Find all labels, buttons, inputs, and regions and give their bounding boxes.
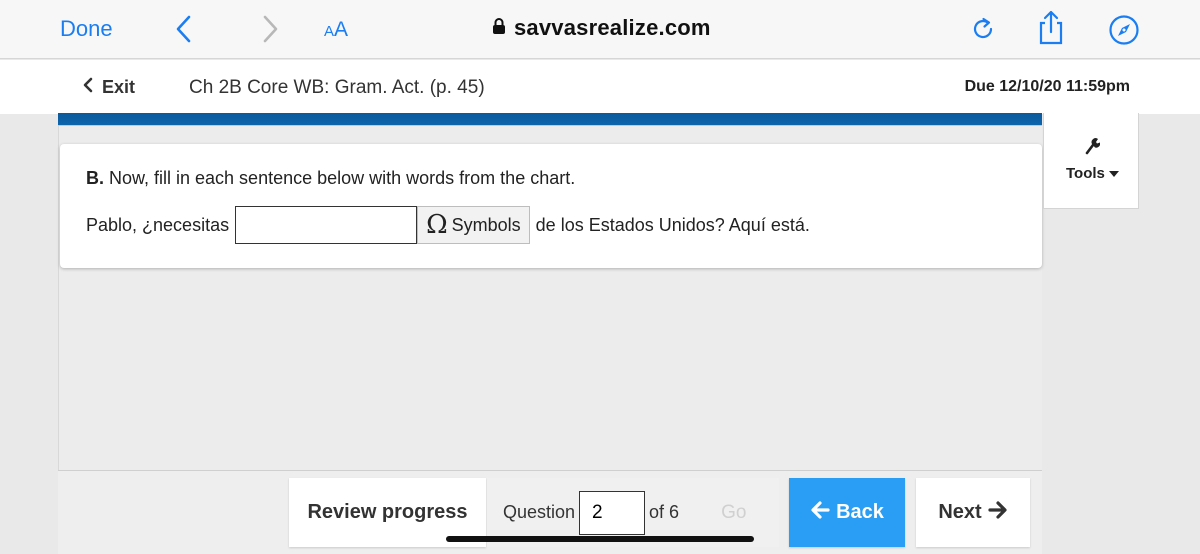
question-card: B. Now, fill in each sentence below with… bbox=[60, 144, 1042, 268]
question-total: of 6 bbox=[649, 502, 680, 522]
instruction-text: B. Now, fill in each sentence below with… bbox=[86, 168, 576, 188]
due-date: Due 12/10/20 11:59pm bbox=[964, 78, 1130, 95]
forward-chevron-icon[interactable] bbox=[258, 14, 282, 49]
arrow-left-icon bbox=[810, 500, 830, 525]
omega-icon: Ω bbox=[426, 210, 448, 240]
home-indicator bbox=[446, 536, 754, 542]
arrow-right-icon bbox=[988, 500, 1008, 525]
tools-menu-button[interactable]: Tools bbox=[1066, 165, 1119, 182]
sentence-after: de los Estados Unidos? Aquí está. bbox=[535, 214, 810, 235]
compass-icon[interactable] bbox=[1108, 14, 1140, 51]
assignment-title: Ch 2B Core WB: Gram. Act. (p. 45) bbox=[189, 77, 485, 98]
exit-label: Exit bbox=[102, 77, 136, 97]
lock-icon bbox=[492, 15, 506, 41]
question-label: Question bbox=[503, 502, 576, 522]
fill-in-sentence: Pablo, ¿necesitas Ω Symbols de los Estad… bbox=[86, 206, 810, 244]
address-bar[interactable]: savvasrealize.com bbox=[492, 15, 711, 41]
caret-down-icon bbox=[1108, 165, 1119, 182]
reload-icon[interactable] bbox=[968, 14, 998, 49]
tools-panel[interactable]: Tools bbox=[1043, 113, 1139, 209]
exit-button[interactable]: Exit bbox=[82, 77, 135, 98]
next-button[interactable]: Next bbox=[916, 478, 1030, 547]
header-strip bbox=[58, 113, 1042, 126]
back-button[interactable]: Back bbox=[789, 478, 905, 547]
text-size-button[interactable]: AA bbox=[324, 18, 348, 42]
share-icon[interactable] bbox=[1036, 10, 1066, 51]
chevron-left-icon bbox=[82, 77, 94, 98]
url-text: savvasrealize.com bbox=[514, 15, 711, 40]
browser-toolbar: Done AA savvasrealize.com bbox=[0, 0, 1200, 59]
done-button[interactable]: Done bbox=[60, 16, 113, 42]
symbols-label: Symbols bbox=[451, 214, 521, 235]
wrench-icon bbox=[1084, 137, 1101, 160]
sentence-before: Pablo, ¿necesitas bbox=[86, 214, 230, 235]
app-header: Exit Ch 2B Core WB: Gram. Act. (p. 45) D… bbox=[0, 60, 1200, 114]
back-chevron-icon[interactable] bbox=[172, 14, 196, 49]
question-number-input[interactable] bbox=[579, 490, 646, 535]
answer-input[interactable] bbox=[235, 206, 418, 244]
symbols-button[interactable]: Ω Symbols bbox=[417, 206, 530, 244]
go-button[interactable]: Go bbox=[721, 502, 746, 524]
